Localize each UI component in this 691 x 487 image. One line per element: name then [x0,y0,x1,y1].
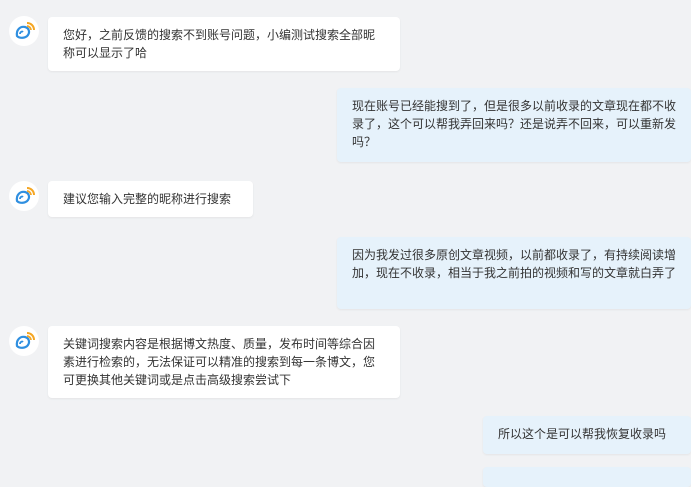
user-message-bubble-partial [483,467,691,487]
message-text: 关键词搜索内容是根据博文热度、质量，发布时间等综合因素进行检索的，无法保证可以精… [63,337,376,387]
message-text: 现在账号已经能搜到了，但是很多以前收录的文章现在都不收录了，这个可以帮我弄回来吗… [352,99,677,149]
user-message-bubble: 因为我发过很多原创文章视频，以前都收录了，有持续阅读增加，现在不收录，相当于我之… [337,237,691,309]
agent-avatar-icon [8,325,40,357]
agent-message-bubble: 您好，之前反馈的搜索不到账号问题，小编测试搜索全部昵称可以显示了哈 [48,17,400,71]
user-message-bubble: 所以这个是可以帮我恢复收录吗 [483,416,691,454]
agent-message-bubble: 建议您输入完整的昵称进行搜索 [48,181,253,217]
message-text: 建议您输入完整的昵称进行搜索 [63,192,232,206]
message-text: 因为我发过很多原创文章视频，以前都收录了，有持续阅读增加，现在不收录，相当于我之… [352,248,677,280]
agent-avatar-icon [8,180,40,212]
message-text: 您好，之前反馈的搜索不到账号问题，小编测试搜索全部昵称可以显示了哈 [63,28,376,60]
user-message-bubble: 现在账号已经能搜到了，但是很多以前收录的文章现在都不收录了，这个可以帮我弄回来吗… [337,88,691,162]
agent-message-bubble: 关键词搜索内容是根据博文热度、质量，发布时间等综合因素进行检索的，无法保证可以精… [48,326,400,398]
message-text: 所以这个是可以帮我恢复收录吗 [498,427,667,441]
agent-avatar-icon [8,15,40,47]
